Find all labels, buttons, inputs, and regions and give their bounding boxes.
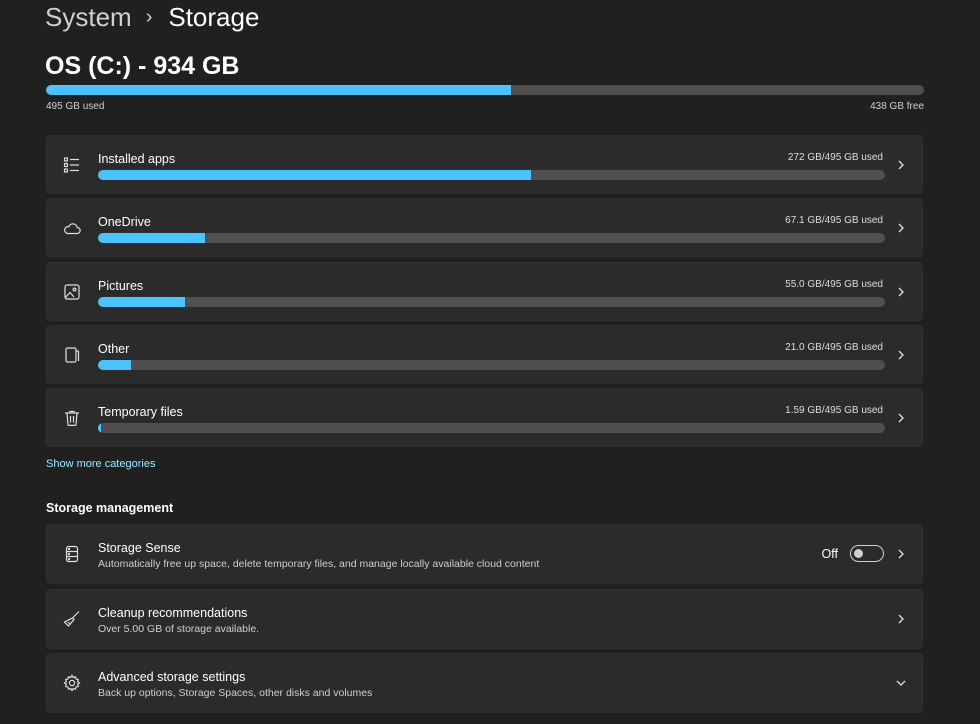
category-usage-bar	[98, 296, 885, 307]
toggle-knob	[854, 549, 863, 558]
drive-title: OS (C:) - 934 GB	[45, 52, 240, 80]
document-icon	[62, 345, 82, 365]
storage-sense-row[interactable]: Storage Sense Automatically free up spac…	[46, 524, 923, 584]
storage-sense-title: Storage Sense	[98, 541, 181, 555]
advanced-storage-settings-title: Advanced storage settings	[98, 670, 246, 684]
chevron-right-icon	[894, 157, 908, 173]
trash-icon	[62, 408, 82, 428]
breadcrumb-system-link[interactable]: System	[45, 2, 132, 33]
cleanup-recommendations-title: Cleanup recommendations	[98, 605, 248, 620]
picture-icon	[62, 282, 82, 302]
cloud-icon	[62, 218, 82, 238]
broom-icon	[62, 609, 82, 629]
category-onedrive[interactable]: OneDrive 67.1 GB/495 GB used	[46, 198, 923, 258]
drive-used-label: 495 GB used	[46, 101, 105, 112]
category-usage-bar	[98, 233, 885, 244]
category-label: Installed apps	[98, 152, 176, 166]
category-usage-fill	[98, 423, 102, 434]
category-usage-fill	[98, 359, 132, 370]
category-label: Pictures	[98, 278, 144, 293]
page-title: Storage	[168, 2, 260, 32]
category-label: Temporary files	[98, 405, 183, 420]
category-size: 1.59 GB/495 GB used	[785, 405, 883, 417]
chevron-right-icon	[894, 284, 908, 300]
storage-management-list: Storage Sense Automatically free up spac…	[46, 524, 923, 718]
category-usage-fill	[98, 296, 186, 307]
category-usage-fill	[98, 170, 531, 180]
category-size: 67.1 GB/495 GB used	[785, 215, 883, 227]
advanced-storage-settings-description: Back up options, Storage Spaces, other d…	[98, 687, 373, 699]
chevron-down-icon	[894, 675, 908, 691]
category-label: OneDrive	[98, 215, 151, 230]
category-temporary-files[interactable]: Temporary files 1.59 GB/495 GB used	[46, 388, 923, 448]
storage-sense-toggle-state: Off	[821, 547, 838, 561]
drive-usage-bar	[46, 85, 924, 95]
advanced-storage-settings-row[interactable]: Advanced storage settings Back up option…	[46, 653, 923, 713]
chevron-right-icon	[894, 611, 908, 627]
cleanup-recommendations-row[interactable]: Cleanup recommendations Over 5.00 GB of …	[46, 588, 923, 649]
category-usage-fill	[98, 233, 206, 244]
show-more-categories-link[interactable]: Show more categories	[46, 458, 155, 470]
chevron-right-icon	[894, 546, 908, 562]
apps-list-icon	[62, 155, 82, 175]
category-usage-bar	[98, 423, 885, 434]
chevron-right-icon	[894, 220, 908, 236]
cleanup-recommendations-description: Over 5.00 GB of storage available.	[98, 622, 260, 635]
category-pictures[interactable]: Pictures 55.0 GB/495 GB used	[46, 261, 923, 321]
category-other[interactable]: Other 21.0 GB/495 GB used	[46, 324, 923, 384]
gear-icon	[62, 673, 82, 693]
category-size: 55.0 GB/495 GB used	[785, 278, 883, 290]
drive-free-label: 438 GB free	[870, 101, 924, 112]
breadcrumb-chevron-icon: ›	[145, 6, 153, 28]
storage-sense-icon	[62, 544, 82, 564]
storage-sense-toggle[interactable]	[850, 545, 884, 562]
storage-management-heading: Storage management	[46, 501, 174, 515]
category-size: 272 GB/495 GB used	[787, 152, 883, 163]
category-usage-bar	[98, 359, 885, 370]
chevron-right-icon	[894, 347, 908, 363]
category-installed-apps[interactable]: Installed apps 272 GB/495 GB used	[46, 135, 923, 194]
storage-categories: Installed apps 272 GB/495 GB used OneDri…	[46, 135, 923, 451]
storage-sense-description: Automatically free up space, delete temp…	[98, 558, 540, 570]
drive-usage-fill	[46, 85, 512, 95]
category-size: 21.0 GB/495 GB used	[785, 341, 883, 353]
category-usage-bar	[98, 170, 885, 180]
breadcrumb: System › Storage	[45, 2, 259, 33]
chevron-right-icon	[894, 410, 908, 426]
category-label: Other	[98, 341, 130, 356]
